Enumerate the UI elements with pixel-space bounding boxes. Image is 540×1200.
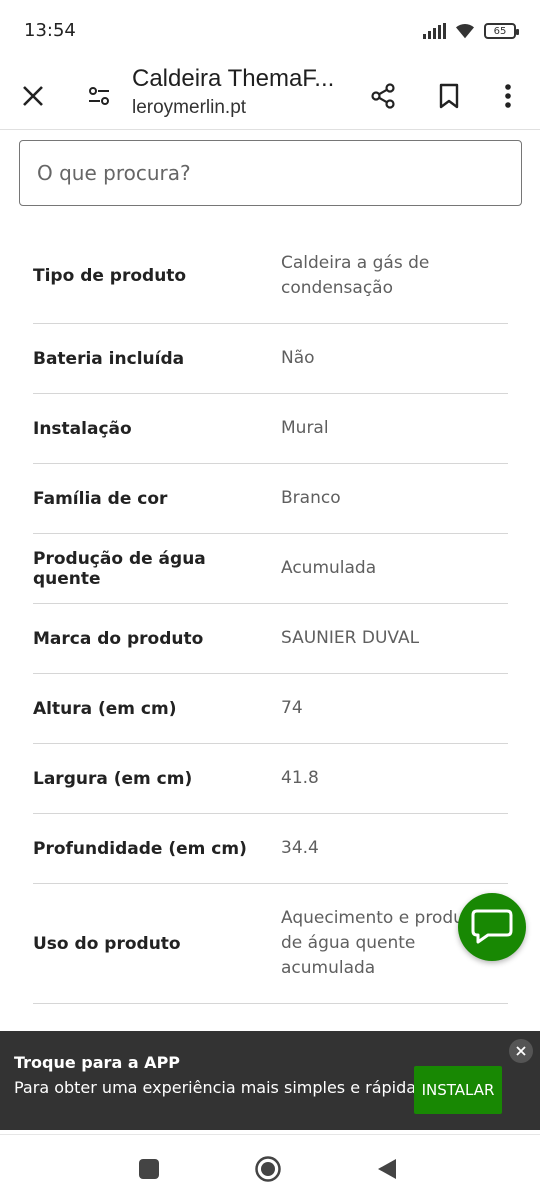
spec-value: Caldeira a gás de condensação — [281, 252, 430, 298]
wifi-icon — [456, 23, 474, 39]
spec-row: Família de cor Branco — [33, 464, 508, 534]
spec-row: Altura (em cm) 74 — [33, 674, 508, 744]
spec-row: Instalação Mural — [33, 394, 508, 464]
home-button[interactable] — [250, 1151, 286, 1187]
spec-label: Instalação — [33, 418, 132, 439]
tune-icon — [89, 87, 109, 105]
back-icon — [378, 1159, 396, 1179]
system-nav-bar — [0, 1134, 540, 1200]
recents-button[interactable] — [131, 1151, 167, 1187]
back-button[interactable] — [369, 1151, 405, 1187]
chat-icon — [471, 909, 513, 944]
spec-label: Família de cor — [33, 488, 168, 509]
more-options-button[interactable] — [484, 72, 532, 120]
spec-value: Branco — [281, 488, 341, 508]
page-title[interactable]: Caldeira ThemaF... — [132, 65, 334, 93]
spec-label: Uso do produto — [33, 933, 181, 954]
search-box[interactable] — [19, 140, 522, 206]
spec-row: Tipo de produto Caldeira a gás de conden… — [33, 228, 508, 324]
home-icon — [255, 1156, 281, 1182]
recents-icon — [139, 1159, 159, 1179]
spec-row: Bateria incluída Não — [33, 324, 508, 394]
banner-close-button[interactable] — [509, 1039, 533, 1063]
spec-label: Altura (em cm) — [33, 698, 177, 719]
spec-value: 41.8 — [281, 768, 319, 788]
spec-value: Não — [281, 348, 315, 368]
status-icons: 65 — [423, 22, 519, 40]
share-icon — [371, 83, 395, 109]
close-button[interactable] — [9, 72, 57, 120]
close-icon — [23, 86, 43, 106]
spec-row: Uso do produto Aquecimento e produção de… — [33, 884, 508, 1004]
site-settings-button[interactable] — [75, 72, 123, 120]
banner-title: Troque para a APP — [14, 1053, 181, 1072]
install-button[interactable]: INSTALAR — [414, 1066, 502, 1114]
status-time: 13:54 — [24, 20, 76, 41]
spec-label: Bateria incluída — [33, 348, 185, 369]
spec-value: 74 — [281, 698, 303, 718]
spec-row: Largura (em cm) 41.8 — [33, 744, 508, 814]
spec-label: Marca do produto — [33, 628, 204, 649]
share-button[interactable] — [359, 72, 407, 120]
spec-label: Profundidade (em cm) — [33, 838, 247, 859]
browser-toolbar: Caldeira ThemaF... leroymerlin.pt — [0, 62, 540, 130]
battery-icon: 65 — [484, 23, 519, 39]
search-input[interactable] — [37, 161, 504, 185]
spec-label: Largura (em cm) — [33, 768, 193, 789]
status-bar: 13:54 65 — [0, 0, 540, 62]
bookmark-button[interactable] — [425, 72, 473, 120]
app-install-banner: Troque para a APP Para obter uma experiê… — [0, 1031, 540, 1130]
spec-value: 34.4 — [281, 838, 319, 858]
spec-row: Produção de água quente Acumulada — [33, 534, 508, 604]
spec-table: Tipo de produto Caldeira a gás de conden… — [33, 228, 508, 1004]
close-icon — [516, 1046, 526, 1056]
spec-label: Produção de água quente — [33, 548, 206, 589]
chat-button[interactable] — [458, 893, 526, 961]
more-vert-icon — [505, 84, 511, 108]
spec-value: SAUNIER DUVAL — [281, 628, 420, 648]
battery-level: 65 — [493, 25, 507, 37]
spec-value: Mural — [281, 418, 329, 438]
spec-value: Acumulada — [281, 558, 377, 578]
spec-row: Profundidade (em cm) 34.4 — [33, 814, 508, 884]
signal-icon — [423, 23, 446, 39]
spec-row: Marca do produto SAUNIER DUVAL — [33, 604, 508, 674]
bookmark-icon — [439, 83, 459, 109]
banner-text: Para obter uma experiência mais simples … — [14, 1078, 417, 1097]
spec-label: Tipo de produto — [33, 265, 187, 286]
page-url[interactable]: leroymerlin.pt — [132, 97, 246, 119]
